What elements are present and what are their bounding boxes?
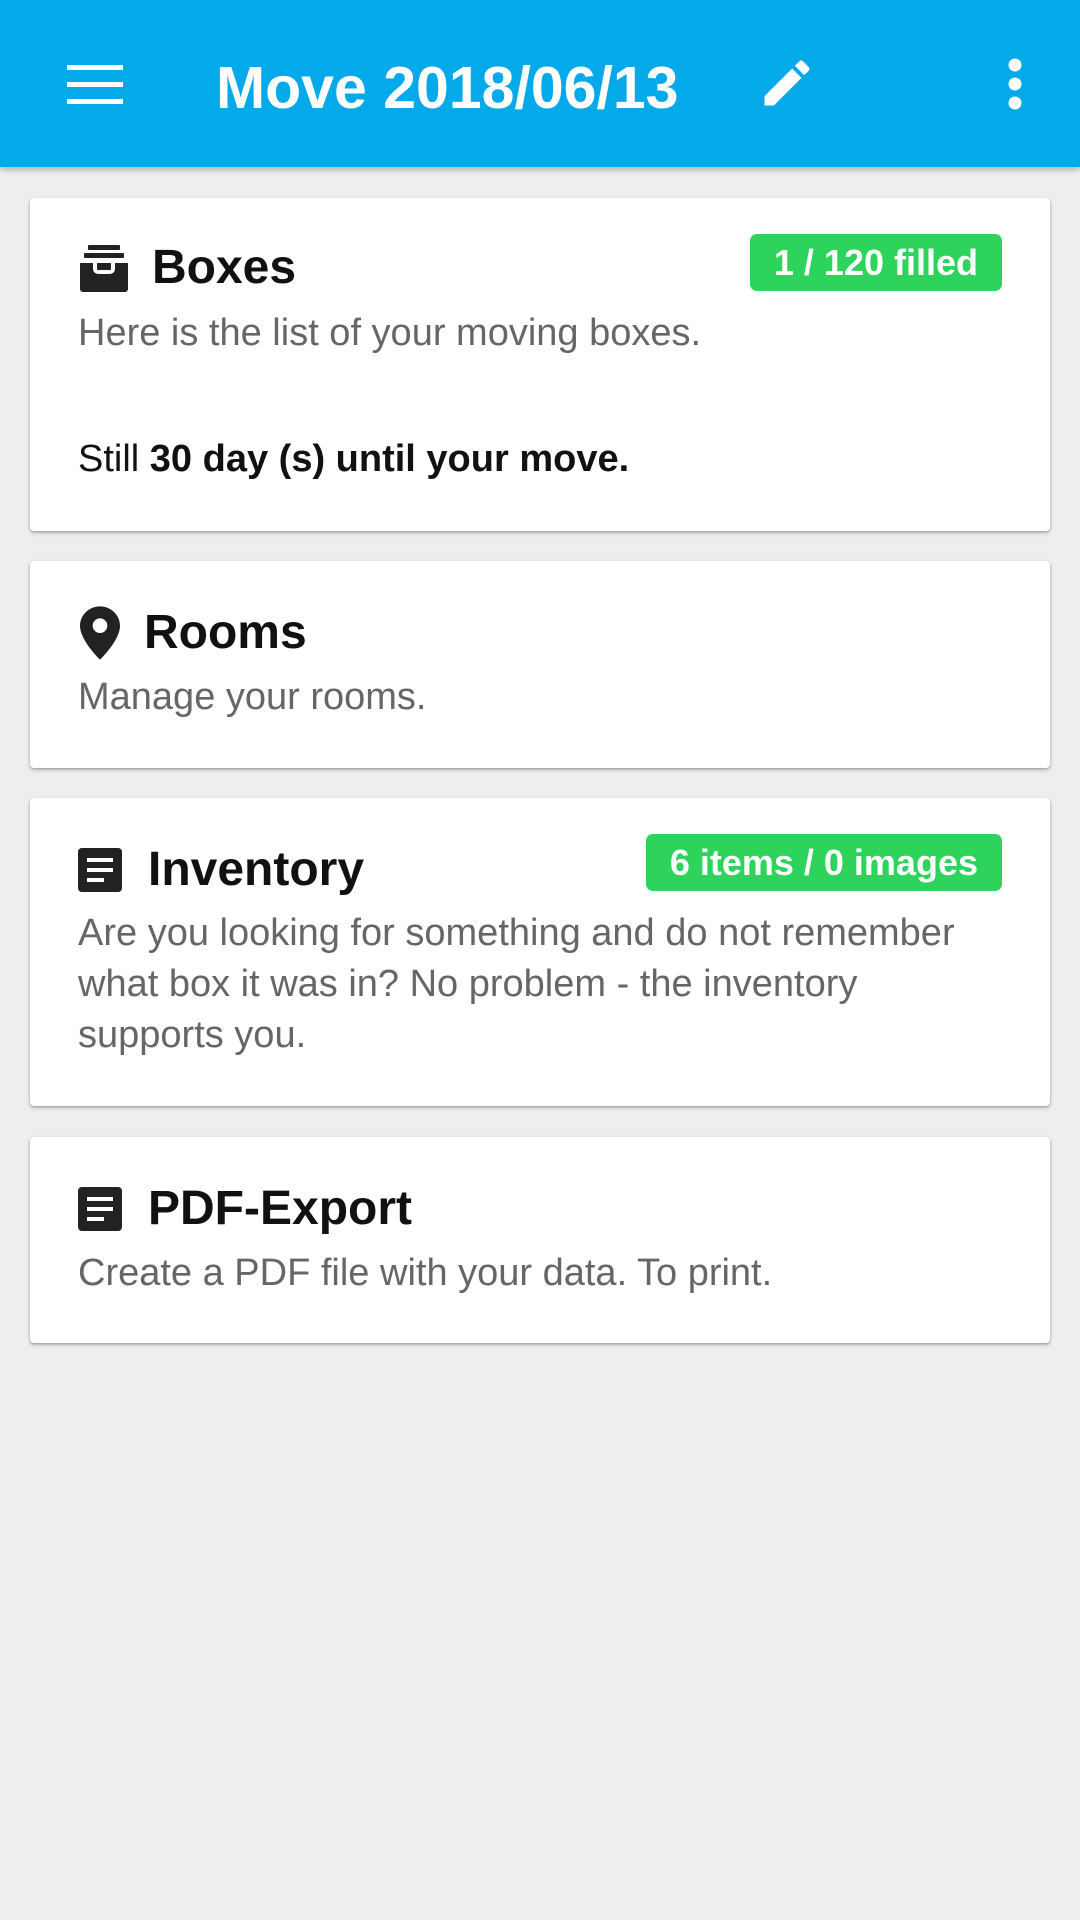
- countdown-days: 30 day (s) until your move.: [149, 438, 630, 480]
- inventory-card-header: Inventory: [78, 842, 364, 898]
- more-vert-icon: [1008, 58, 1022, 110]
- location-pin-icon: [78, 605, 122, 661]
- boxes-card[interactable]: Boxes 1 / 120 filled Here is the list of…: [30, 198, 1050, 531]
- inventory-count-badge: 6 items / 0 images: [645, 834, 1002, 891]
- pdf-export-title: PDF-Export: [148, 1182, 412, 1235]
- pdf-export-description: Create a PDF file with your data. To pri…: [78, 1252, 773, 1294]
- pdf-export-card-header: PDF-Export: [78, 1181, 412, 1237]
- menu-button[interactable]: [54, 50, 136, 120]
- pdf-export-card[interactable]: PDF-Export Create a PDF file with your d…: [30, 1137, 1050, 1343]
- rooms-card-header: Rooms: [78, 605, 307, 661]
- boxes-card-header: Boxes: [78, 240, 296, 296]
- page-title: Move 2018/06/13: [216, 55, 679, 121]
- overflow-menu-button[interactable]: [990, 52, 1040, 116]
- document-list-icon: [78, 842, 122, 898]
- pencil-icon: [764, 60, 810, 106]
- menu-icon: [67, 65, 123, 104]
- move-countdown: Still 30 day (s) until your move.: [78, 434, 629, 484]
- inventory-card[interactable]: Inventory 6 items / 0 images Are you loo…: [30, 798, 1050, 1106]
- archive-box-icon: [78, 240, 130, 296]
- boxes-title: Boxes: [152, 241, 297, 294]
- inventory-description: Are you looking for something and do not…: [78, 912, 955, 1056]
- rooms-title: Rooms: [144, 606, 307, 659]
- rooms-card[interactable]: Rooms Manage your rooms.: [30, 561, 1050, 768]
- countdown-prefix: Still: [78, 438, 150, 480]
- edit-button[interactable]: [752, 48, 822, 118]
- app-bar: Move 2018/06/13: [0, 0, 1080, 167]
- boxes-filled-badge: 1 / 120 filled: [749, 234, 1002, 291]
- inventory-title: Inventory: [148, 843, 365, 896]
- document-list-icon: [78, 1181, 122, 1237]
- rooms-description: Manage your rooms.: [78, 676, 427, 718]
- boxes-description: Here is the list of your moving boxes.: [78, 312, 702, 354]
